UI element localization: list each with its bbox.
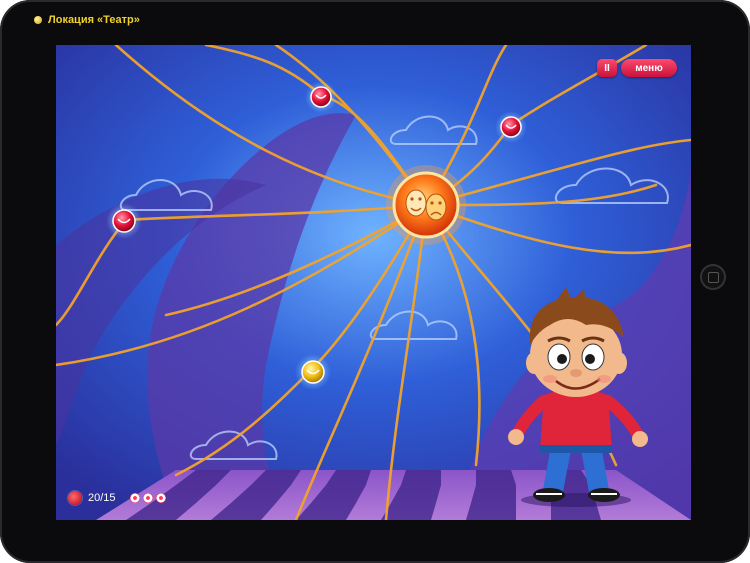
node-bottom[interactable] — [295, 354, 331, 390]
location-title: Локация «Театр» — [48, 14, 140, 26]
progress-counter: 20/15 — [88, 492, 116, 504]
node-left[interactable] — [106, 203, 142, 239]
menu-button[interactable]: меню — [621, 59, 677, 77]
top-controls: II меню — [597, 59, 677, 77]
flower-rating — [129, 493, 166, 503]
location-dot-icon — [34, 16, 42, 24]
game-screen: II меню 20/15 — [56, 45, 691, 520]
flower-icon — [155, 493, 166, 503]
score-hud: 20/15 — [68, 491, 166, 505]
pause-button[interactable]: II — [597, 59, 617, 77]
center-theater-hub[interactable] — [386, 165, 466, 245]
home-button[interactable] — [700, 264, 726, 290]
location-caption: Локация «Театр» — [34, 14, 140, 26]
flower-icon — [142, 493, 153, 503]
node-top[interactable] — [305, 81, 337, 113]
game-scene — [56, 45, 691, 520]
red-face-icon — [68, 491, 82, 505]
flower-icon — [129, 493, 140, 503]
node-top-right[interactable] — [495, 111, 527, 143]
tablet-frame: Локация «Театр» II меню 20/15 — [0, 0, 750, 563]
